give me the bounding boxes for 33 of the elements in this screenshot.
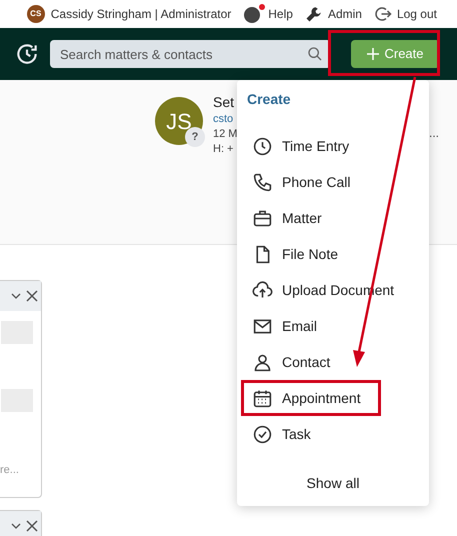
calendar-icon: [252, 388, 273, 408]
admin-link[interactable]: Admin: [304, 5, 362, 23]
overflow-text: ...: [429, 125, 440, 142]
menu-item[interactable]: Matter: [237, 200, 429, 236]
contact-detail: H: +: [213, 142, 234, 157]
check-circle-icon: [252, 424, 273, 444]
menu-item[interactable]: Phone Call: [237, 164, 429, 200]
briefcase-icon: [252, 208, 273, 228]
contact-detail: Set: [213, 94, 234, 110]
clock-icon: [252, 136, 273, 156]
close-icon[interactable]: [26, 290, 38, 302]
menu-item[interactable]: Contact: [237, 344, 429, 380]
contact-detail: csto: [213, 112, 234, 127]
close-icon[interactable]: [26, 520, 38, 532]
contact-detail: 12 M: [213, 127, 238, 142]
plus-icon: [367, 48, 380, 60]
menu-item[interactable]: Time Entry: [237, 128, 429, 164]
search-field[interactable]: Search matters & contacts: [50, 40, 331, 68]
menu-title: Create: [247, 90, 292, 108]
show-all-link[interactable]: Show all: [306, 473, 360, 494]
menu-item[interactable]: Email: [237, 308, 429, 344]
user-avatar[interactable]: CS: [26, 5, 45, 23]
logout-icon: [374, 5, 392, 23]
menu-item[interactable]: Appointment: [237, 380, 429, 416]
search-icon: [307, 46, 323, 62]
menu-item[interactable]: File Note: [237, 236, 429, 272]
menu-item[interactable]: Task: [237, 416, 429, 452]
logout-link[interactable]: Log out: [374, 5, 437, 23]
upload-icon: [252, 280, 273, 300]
wrench-icon: [304, 5, 323, 23]
user-label: Cassidy Stringham | Administrator: [50, 6, 232, 23]
phone-icon: [252, 172, 273, 192]
help-link[interactable]: Help: [243, 4, 293, 24]
